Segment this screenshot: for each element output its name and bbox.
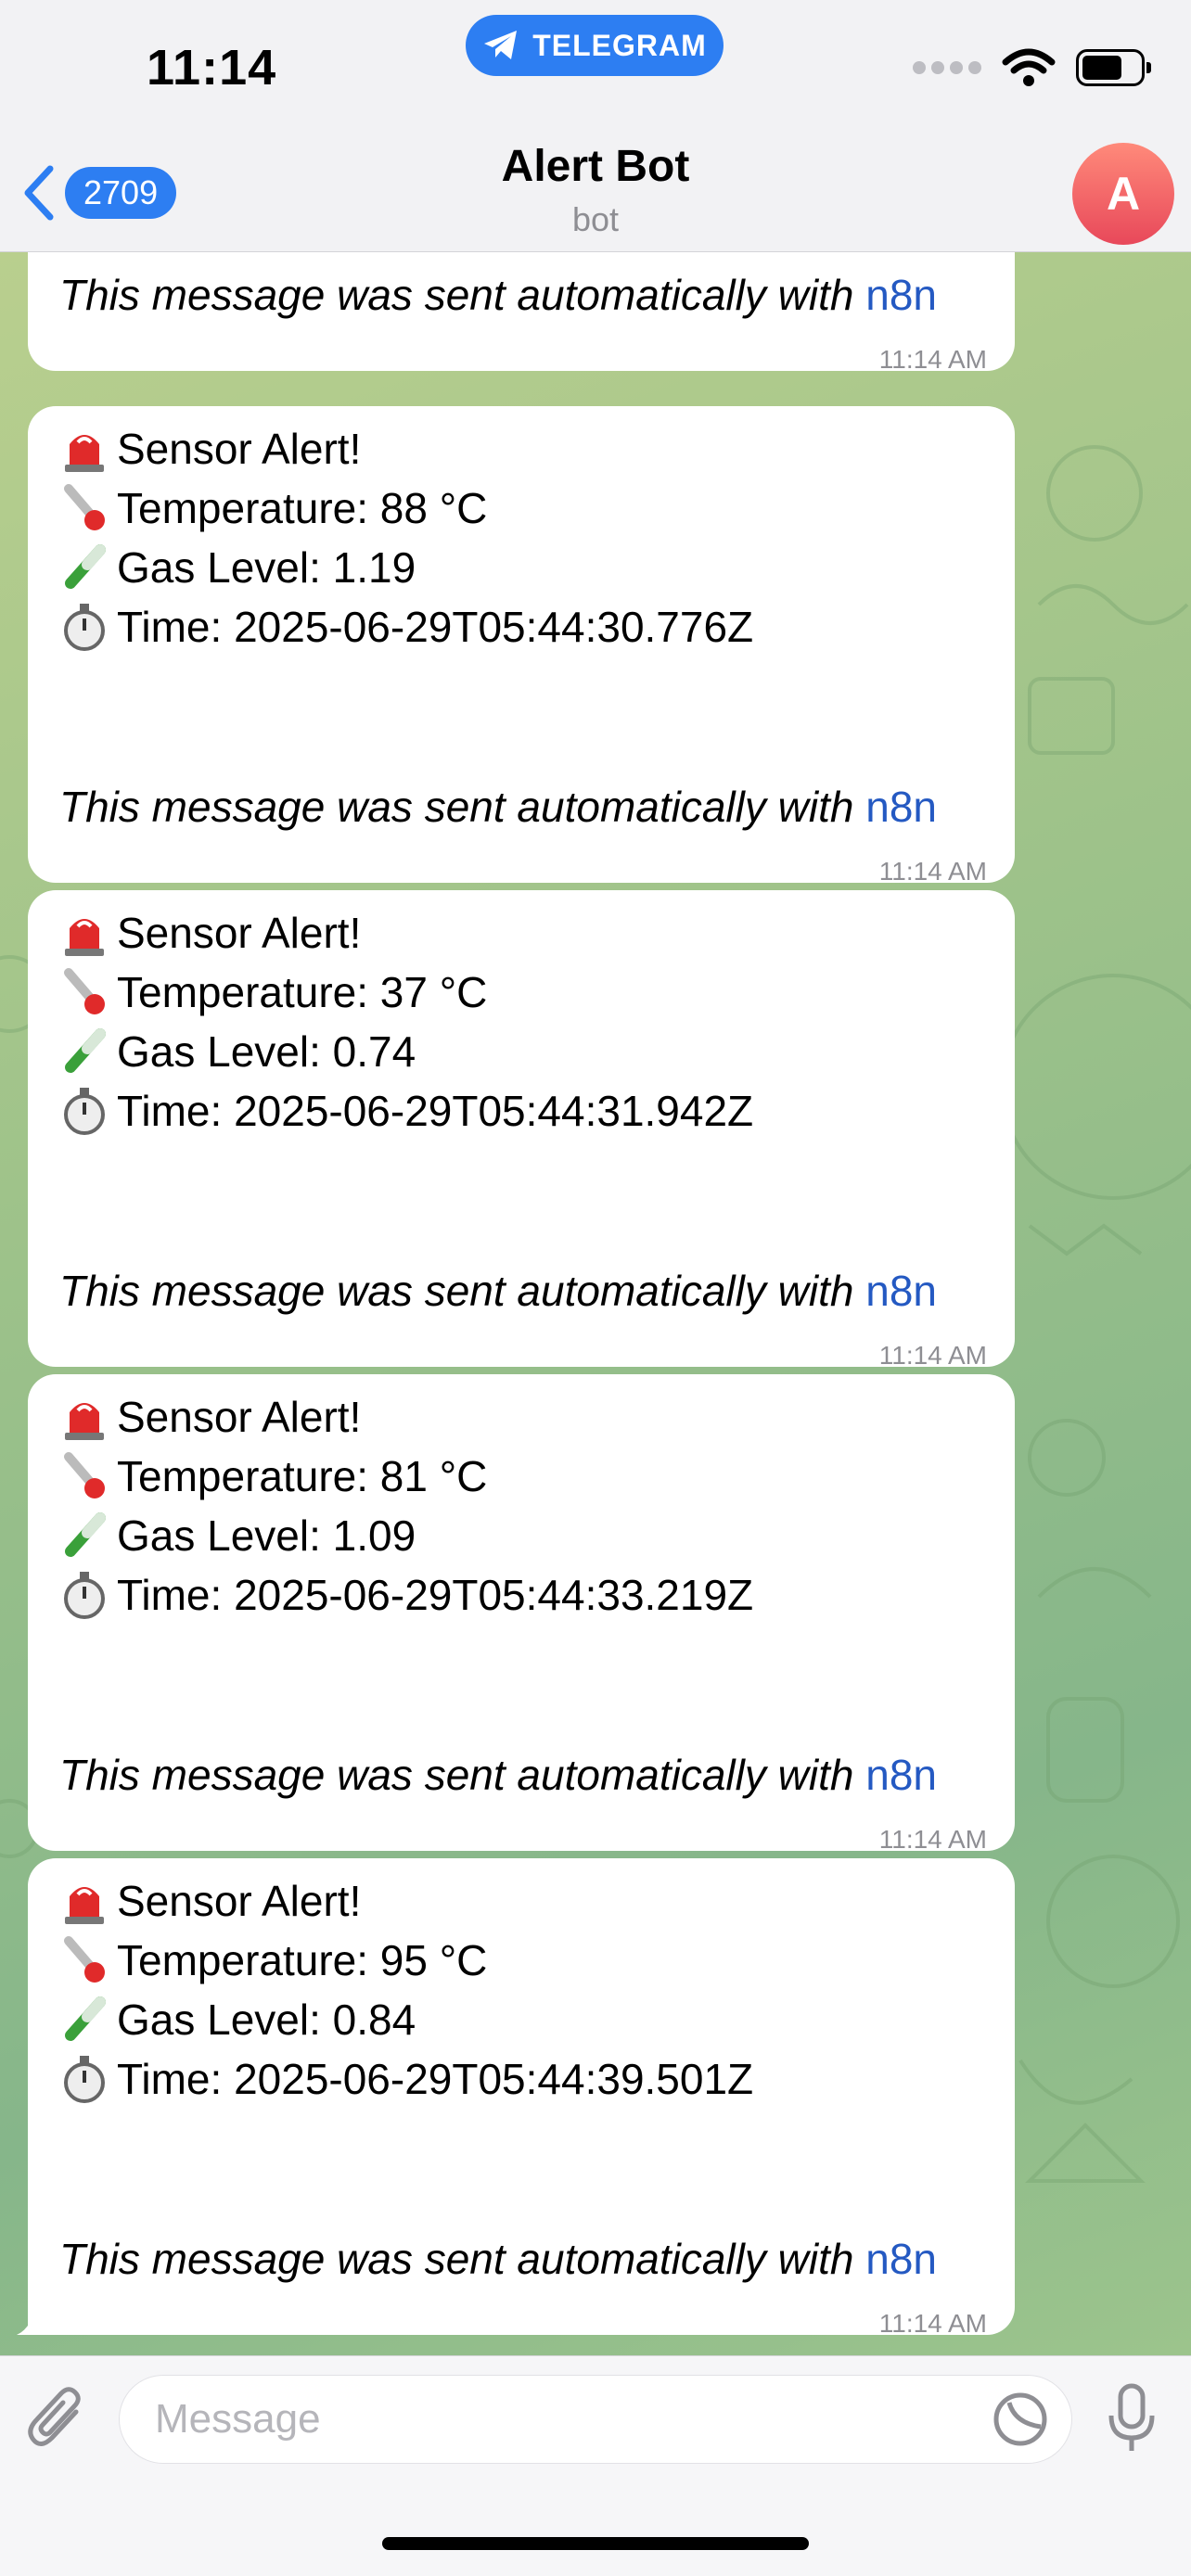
stopwatch-icon bbox=[59, 1570, 117, 1620]
time-line: Time: 2025-06-29T05:44:39.501Z bbox=[59, 2049, 987, 2109]
chat-title[interactable]: Alert Bot bbox=[0, 141, 1191, 192]
message-input[interactable]: Message bbox=[119, 2375, 1072, 2464]
bot-avatar[interactable]: A bbox=[1072, 143, 1174, 245]
bubble-tail bbox=[17, 2298, 50, 2335]
signature-text: This message was sent automatically with bbox=[59, 271, 866, 319]
message-bubble[interactable]: Sensor Alert! Temperature: 81 °C Gas Lev… bbox=[28, 1374, 1015, 1854]
n8n-link[interactable]: n8n bbox=[865, 271, 937, 319]
status-time: 11:14 bbox=[147, 40, 277, 96]
chat-subtitle: bot bbox=[571, 200, 620, 238]
sticker-icon[interactable] bbox=[991, 2390, 1050, 2449]
n8n-link[interactable]: n8n bbox=[865, 783, 937, 831]
alert-heading-line: Sensor Alert! bbox=[59, 903, 987, 963]
home-indicator[interactable] bbox=[382, 2537, 809, 2550]
signal-dots-icon bbox=[913, 61, 981, 74]
microphone-icon[interactable] bbox=[1104, 2382, 1159, 2456]
telegram-icon bbox=[484, 31, 518, 59]
stopwatch-icon bbox=[59, 2054, 117, 2104]
temperature-value: Temperature: 88 °C bbox=[117, 484, 488, 532]
test-tube-icon bbox=[59, 1995, 117, 2045]
siren-icon bbox=[59, 1876, 117, 1926]
message-list[interactable]: This message was sent automatically with… bbox=[0, 252, 1191, 2355]
message-time: 11:14 AM bbox=[878, 345, 987, 374]
time-line: Time: 2025-06-29T05:44:30.776Z bbox=[59, 597, 987, 657]
message-placeholder: Message bbox=[155, 2396, 321, 2442]
gas-level-line: Gas Level: 1.19 bbox=[59, 538, 987, 597]
alert-heading: Sensor Alert! bbox=[117, 1393, 362, 1441]
message-bubble[interactable]: Sensor Alert! Temperature: 88 °C Gas Lev… bbox=[28, 406, 1015, 886]
thermometer-icon bbox=[59, 1935, 117, 1985]
time-line: Time: 2025-06-29T05:44:31.942Z bbox=[59, 1081, 987, 1141]
gas-level-line: Gas Level: 0.84 bbox=[59, 1990, 987, 2049]
siren-icon bbox=[59, 908, 117, 958]
temperature-line: Temperature: 95 °C bbox=[59, 1931, 987, 1990]
temperature-value: Temperature: 81 °C bbox=[117, 1452, 488, 1500]
status-icons bbox=[913, 45, 1151, 91]
gas-level-value: Gas Level: 1.09 bbox=[117, 1511, 416, 1560]
stopwatch-icon bbox=[59, 1086, 117, 1136]
test-tube-icon bbox=[59, 1511, 117, 1561]
n8n-link[interactable]: n8n bbox=[865, 1751, 937, 1799]
return-to-telegram-pill[interactable]: TELEGRAM bbox=[466, 15, 724, 76]
message-time: 11:14 AM bbox=[878, 2309, 987, 2338]
time-line: Time: 2025-06-29T05:44:33.219Z bbox=[59, 1565, 987, 1625]
signature-text: This message was sent automatically with bbox=[59, 1751, 866, 1799]
message-bubble[interactable]: Sensor Alert! Temperature: 95 °C Gas Lev… bbox=[28, 1858, 1015, 2338]
temperature-value: Temperature: 37 °C bbox=[117, 968, 488, 1016]
temperature-line: Temperature: 88 °C bbox=[59, 478, 987, 538]
battery-icon bbox=[1076, 49, 1151, 86]
test-tube-icon bbox=[59, 1027, 117, 1077]
message-bubble[interactable]: Sensor Alert! Temperature: 37 °C Gas Lev… bbox=[28, 890, 1015, 1370]
siren-icon bbox=[59, 424, 117, 474]
siren-icon bbox=[59, 1392, 117, 1442]
gas-level-value: Gas Level: 0.84 bbox=[117, 1996, 416, 2044]
thermometer-icon bbox=[59, 483, 117, 533]
n8n-link[interactable]: n8n bbox=[865, 1267, 937, 1315]
test-tube-icon bbox=[59, 542, 117, 593]
attach-icon[interactable] bbox=[24, 2384, 91, 2455]
message-signature: This message was sent automatically with… bbox=[59, 1261, 937, 1320]
temperature-line: Temperature: 37 °C bbox=[59, 963, 987, 1022]
message-signature: This message was sent automatically with… bbox=[59, 2229, 937, 2289]
message-signature: This message was sent automatically with… bbox=[59, 777, 937, 836]
alert-heading: Sensor Alert! bbox=[117, 425, 362, 473]
message-signature: This message was sent automatically with… bbox=[59, 1745, 937, 1804]
signature-text: This message was sent automatically with bbox=[59, 1267, 866, 1315]
gas-level-line: Gas Level: 0.74 bbox=[59, 1022, 987, 1081]
timestamp-value: Time: 2025-06-29T05:44:39.501Z bbox=[117, 2055, 754, 2103]
alert-heading: Sensor Alert! bbox=[117, 909, 362, 957]
timestamp-value: Time: 2025-06-29T05:44:33.219Z bbox=[117, 1571, 754, 1619]
alert-heading-line: Sensor Alert! bbox=[59, 1871, 987, 1931]
signature-text: This message was sent automatically with bbox=[59, 783, 866, 831]
alert-heading-line: Sensor Alert! bbox=[59, 1387, 987, 1447]
signature-text: This message was sent automatically with bbox=[59, 2235, 866, 2283]
temperature-value: Temperature: 95 °C bbox=[117, 1936, 488, 1984]
thermometer-icon bbox=[59, 967, 117, 1017]
chat-header: 11:14 TELEGRAM 2709 Alert Bot bot A bbox=[0, 0, 1191, 252]
message-signature: This message was sent automatically with… bbox=[59, 265, 937, 325]
stopwatch-icon bbox=[59, 602, 117, 652]
timestamp-value: Time: 2025-06-29T05:44:30.776Z bbox=[117, 603, 754, 651]
alert-heading-line: Sensor Alert! bbox=[59, 419, 987, 478]
thermometer-icon bbox=[59, 1451, 117, 1501]
n8n-link[interactable]: n8n bbox=[865, 2235, 937, 2283]
source-app-label: TELEGRAM bbox=[532, 28, 707, 62]
alert-heading: Sensor Alert! bbox=[117, 1877, 362, 1925]
gas-level-line: Gas Level: 1.09 bbox=[59, 1506, 987, 1565]
message-bubble[interactable]: This message was sent automatically with… bbox=[28, 252, 1015, 374]
timestamp-value: Time: 2025-06-29T05:44:31.942Z bbox=[117, 1087, 754, 1135]
gas-level-value: Gas Level: 0.74 bbox=[117, 1027, 416, 1076]
temperature-line: Temperature: 81 °C bbox=[59, 1447, 987, 1506]
gas-level-value: Gas Level: 1.19 bbox=[117, 543, 416, 592]
wifi-icon bbox=[1002, 48, 1056, 86]
